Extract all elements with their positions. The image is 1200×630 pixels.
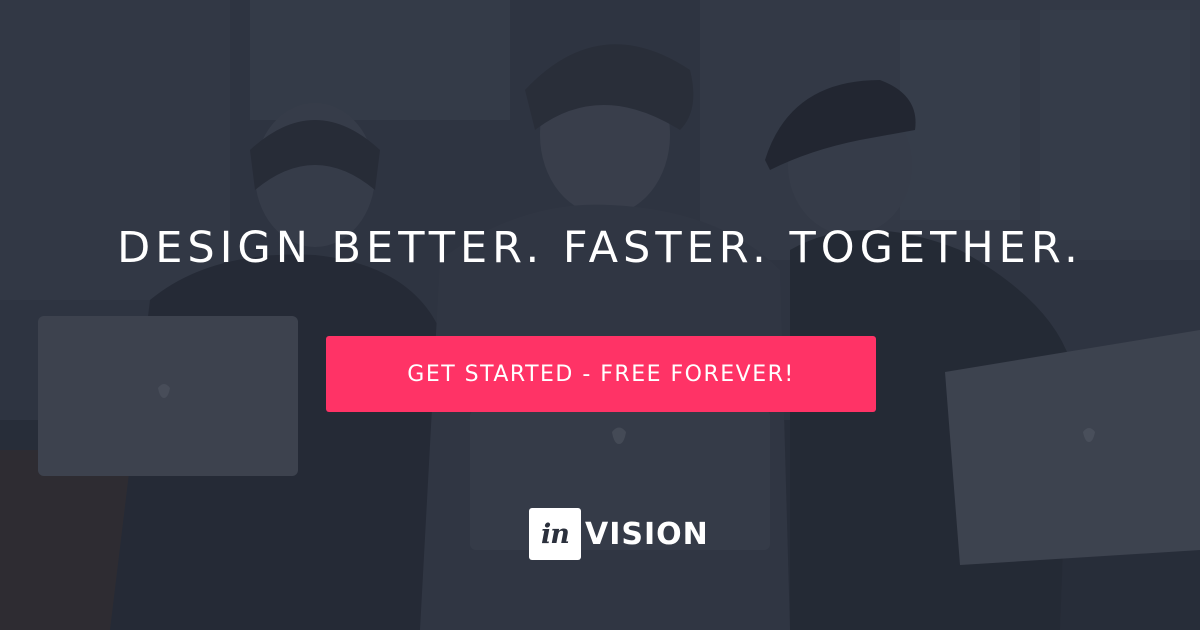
headline: DESIGN BETTER. FASTER. TOGETHER. <box>117 223 1083 273</box>
logo-wordmark: VISION <box>585 516 709 552</box>
hero-banner: DESIGN BETTER. FASTER. TOGETHER. GET STA… <box>0 0 1200 630</box>
invision-logo[interactable]: in VISION <box>529 508 709 560</box>
logo-mark: in <box>529 508 581 560</box>
get-started-button[interactable]: GET STARTED - FREE FOREVER! <box>326 336 876 412</box>
